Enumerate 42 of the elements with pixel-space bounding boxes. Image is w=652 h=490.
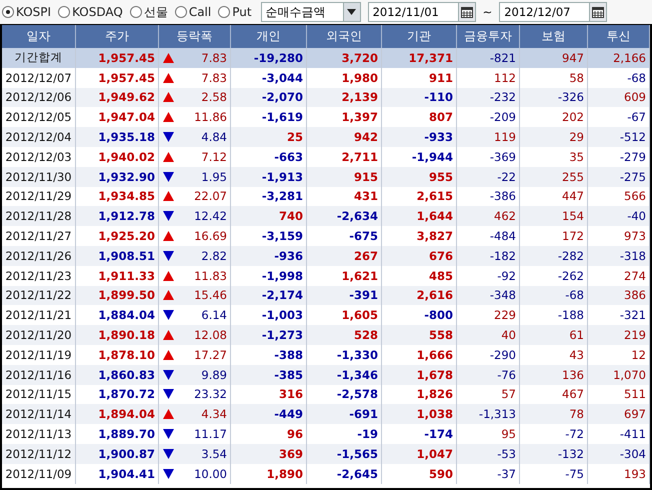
change-value: 7.12 — [201, 150, 227, 164]
flow-cell: 1,890 — [231, 464, 307, 484]
date-cell: 2012/11/09 — [2, 464, 76, 484]
price-cell: 1,904.41 — [76, 464, 159, 484]
calendar-icon[interactable] — [458, 3, 475, 21]
flow-cell: -2,645 — [307, 464, 382, 484]
change-value: 6.14 — [201, 308, 227, 322]
change-value: 11.83 — [194, 268, 227, 283]
change-value: 7.83 — [201, 50, 227, 65]
change-value: 2.82 — [201, 248, 227, 263]
market-radio[interactable]: KOSPI — [2, 5, 52, 19]
change-value: 3.54 — [201, 446, 227, 461]
change-value: 12.42 — [194, 209, 227, 224]
date-field[interactable]: 2012/11/01 — [368, 2, 476, 22]
dropdown-arrow-icon — [347, 9, 356, 15]
change-value: 22.07 — [194, 189, 227, 204]
flow-cell: -75 — [520, 464, 588, 484]
change-value: 15.46 — [194, 288, 227, 302]
measure-dropdown[interactable]: 순매수금액 — [260, 2, 361, 22]
change-value: 4.34 — [201, 407, 227, 422]
market-radio[interactable]: Put — [218, 5, 252, 19]
range-separator: ~ — [482, 5, 492, 19]
flow-cell: 590 — [382, 464, 457, 484]
change-value: 16.69 — [194, 229, 227, 244]
market-radio[interactable]: KOSDAQ — [58, 5, 123, 19]
change-value: 10.00 — [194, 466, 227, 481]
flow-cell: 193 — [588, 464, 650, 484]
market-radio[interactable]: 선물 — [130, 4, 168, 20]
change-value: 11.17 — [194, 427, 227, 442]
change-value: 1.95 — [201, 170, 227, 184]
change-value: 23.32 — [194, 387, 227, 402]
change-value: 12.08 — [194, 328, 227, 342]
date-field[interactable]: 2012/12/07 — [499, 2, 608, 22]
flow-cell: -37 — [457, 464, 520, 484]
change-value: 17.27 — [194, 348, 227, 362]
change-value: 4.84 — [201, 130, 227, 144]
change-value: 11.86 — [194, 110, 227, 124]
calendar-icon[interactable] — [589, 3, 606, 21]
change-value: 9.89 — [201, 368, 227, 382]
market-radio[interactable]: Call — [174, 5, 212, 19]
change-value: 2.58 — [201, 90, 227, 104]
change-value: 7.83 — [201, 70, 227, 85]
